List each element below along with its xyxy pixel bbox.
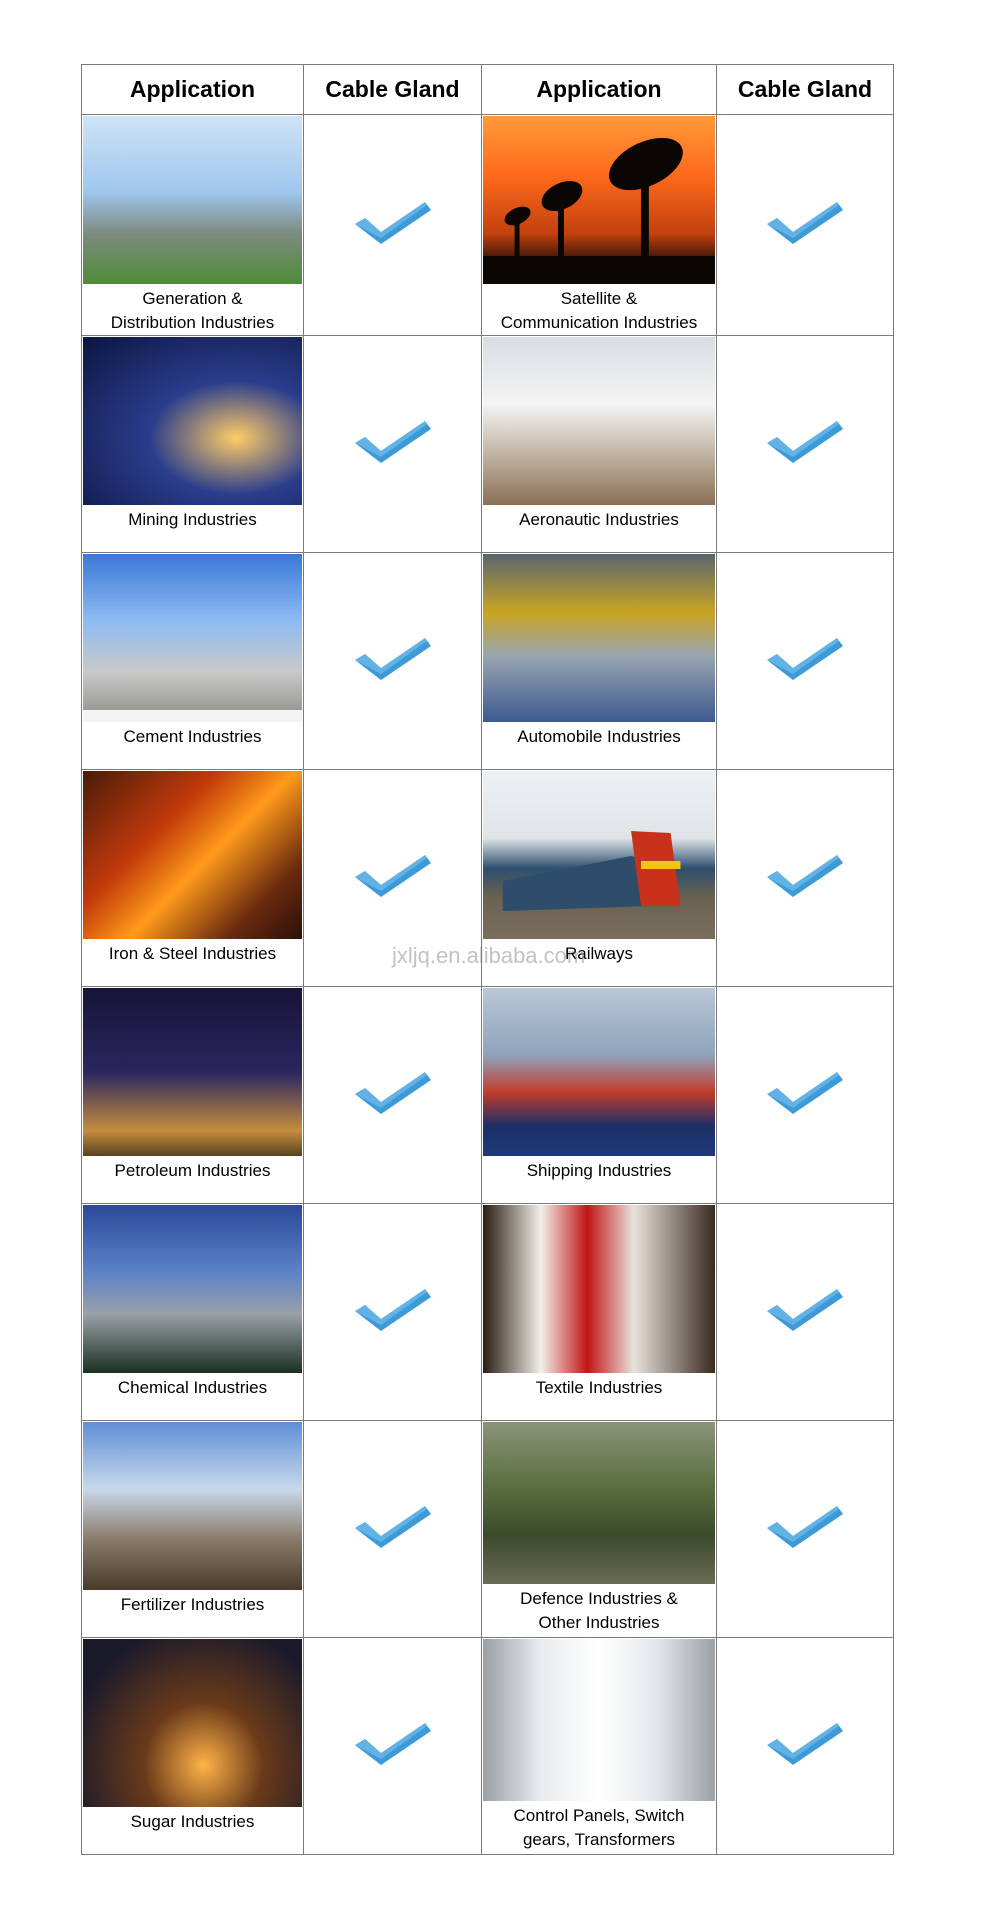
chemical-plant-photo	[83, 1205, 302, 1373]
table-row: Fertilizer Industries Defence Industries…	[81, 1420, 894, 1638]
header-application-right: Application	[481, 64, 717, 115]
application-caption: Generation & Distribution Industries	[110, 289, 275, 332]
cable-gland-cell	[716, 1420, 894, 1638]
application-cell: Generation & Distribution Industries	[81, 114, 304, 336]
checkmark-icon	[767, 1505, 843, 1548]
cable-gland-cell	[303, 114, 482, 336]
automobile-assembly-photo	[483, 554, 715, 722]
application-cell: Sugar Industries	[81, 1637, 304, 1855]
application-caption: Textile Industries	[535, 1378, 663, 1397]
cable-gland-cell	[303, 1637, 482, 1855]
application-cell: Control Panels, Switch gears, Transforme…	[481, 1637, 717, 1855]
application-cell: Chemical Industries	[81, 1203, 304, 1421]
application-cell: Textile Industries	[481, 1203, 717, 1421]
application-cell: Shipping Industries	[481, 986, 717, 1204]
cable-gland-cell	[303, 1420, 482, 1638]
checkmark-icon	[354, 1505, 431, 1548]
application-cell: Satellite & Communication Industries	[481, 114, 717, 336]
watermark-text: jxljq.en.alibaba.com	[392, 943, 586, 968]
cargo-ship-photo	[483, 988, 715, 1156]
table-row: Petroleum Industries Shipping Industries	[81, 986, 894, 1204]
fertilizer-plant-photo	[83, 1422, 302, 1590]
table-header-row: Application Cable Gland Application Cabl…	[81, 64, 894, 115]
control-panel-room-photo	[483, 1639, 715, 1801]
application-caption: Fertilizer Industries	[120, 1595, 265, 1614]
railway-photo	[483, 771, 715, 939]
application-caption: Shipping Industries	[526, 1161, 672, 1180]
table-row: Mining Industries Aeronautic Industries	[81, 335, 894, 553]
cable-gland-cell	[716, 552, 894, 770]
checkmark-icon	[354, 1071, 431, 1114]
cable-gland-cell	[303, 986, 482, 1204]
application-caption: Aeronautic Industries	[519, 510, 679, 529]
cable-gland-cell	[716, 986, 894, 1204]
cement-plant-photo	[83, 554, 302, 722]
application-caption: Cement Industries	[123, 727, 262, 746]
application-cell: Automobile Industries	[481, 552, 717, 770]
checkmark-icon	[354, 201, 431, 244]
table-row: Generation & Distribution Industries Sat…	[81, 114, 894, 336]
textile-machine-photo	[483, 1205, 715, 1373]
cable-gland-cell	[716, 1637, 894, 1855]
checkmark-icon	[767, 637, 843, 680]
table-row: Chemical Industries Textile Industries	[81, 1203, 894, 1421]
application-caption: Control Panels, Switch gears, Transforme…	[513, 1806, 685, 1849]
checkmark-icon	[767, 1071, 843, 1114]
application-cell: Petroleum Industries	[81, 986, 304, 1204]
checkmark-icon	[354, 420, 431, 463]
cable-gland-cell	[716, 114, 894, 336]
mining-photo	[83, 337, 302, 505]
cable-gland-cell	[716, 769, 894, 987]
checkmark-icon	[354, 1722, 431, 1765]
application-cell: Fertilizer Industries	[81, 1420, 304, 1638]
cable-gland-cell	[716, 1203, 894, 1421]
application-cell: Aeronautic Industries	[481, 335, 717, 553]
sugar-factory-photo	[83, 1639, 302, 1807]
cable-gland-cell	[303, 1203, 482, 1421]
cable-gland-cell	[303, 335, 482, 553]
satellite-dish-photo	[483, 116, 715, 284]
steel-mill-photo	[83, 771, 302, 939]
application-cell: Defence Industries & Other Industries	[481, 1420, 717, 1638]
power-station-photo	[83, 116, 302, 284]
application-caption: Defence Industries & Other Industries	[520, 1589, 678, 1632]
aircraft-hangar-photo	[483, 337, 715, 505]
header-cable-gland-right: Cable Gland	[716, 64, 894, 115]
application-caption: Chemical Industries	[117, 1378, 268, 1397]
checkmark-icon	[354, 1288, 431, 1331]
checkmark-icon	[767, 854, 843, 897]
application-cell: Mining Industries	[81, 335, 304, 553]
checkmark-icon	[354, 854, 431, 897]
application-caption: Iron & Steel Industries	[108, 944, 277, 963]
header-application-left: Application	[81, 64, 304, 115]
application-cell: Iron & Steel Industries	[81, 769, 304, 987]
application-cell: Cement Industries	[81, 552, 304, 770]
cable-gland-cell	[716, 335, 894, 553]
table-row: Cement Industries Automobile Industries	[81, 552, 894, 770]
checkmark-icon	[767, 1722, 843, 1765]
checkmark-icon	[354, 637, 431, 680]
application-caption: Petroleum Industries	[114, 1161, 271, 1180]
checkmark-icon	[767, 420, 843, 463]
military-vehicle-photo	[483, 1422, 715, 1584]
application-caption: Satellite & Communication Industries	[500, 289, 698, 332]
checkmark-icon	[767, 1288, 843, 1331]
refinery-photo	[83, 988, 302, 1156]
application-caption: Mining Industries	[128, 510, 257, 529]
header-cable-gland-left: Cable Gland	[303, 64, 482, 115]
table-row: Sugar Industries Control Panels, Switch …	[81, 1637, 894, 1855]
application-caption: Automobile Industries	[517, 727, 681, 746]
checkmark-icon	[767, 201, 843, 244]
cable-gland-cell	[303, 552, 482, 770]
application-caption: Sugar Industries	[130, 1812, 255, 1831]
